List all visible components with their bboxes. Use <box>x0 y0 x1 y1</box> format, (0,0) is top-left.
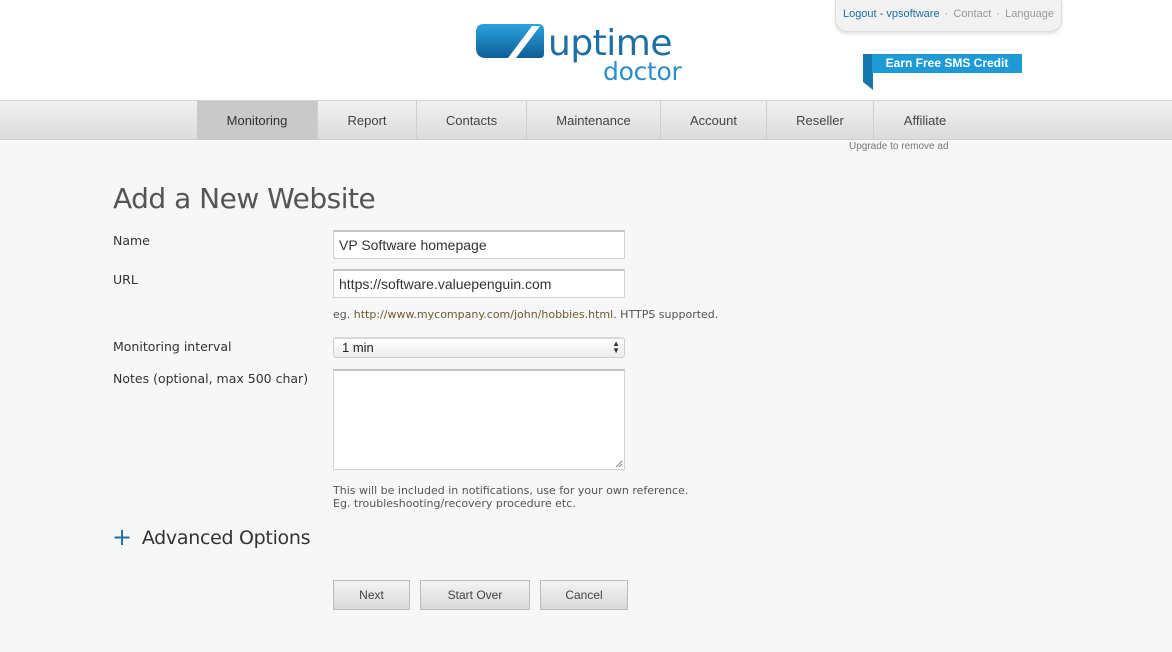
notes-hint: This will be included in notifications, … <box>333 484 688 510</box>
url-field[interactable]: https://software.valuepenguin.com <box>333 269 625 298</box>
url-hint-suffix: . HTTPS supported. <box>613 308 719 321</box>
logout-link[interactable]: Logout - vpsoftware <box>843 8 940 20</box>
separator: · <box>944 8 949 20</box>
header: uptime doctor Logout - vpsoftware · Cont… <box>0 0 1172 100</box>
upgrade-ad-link[interactable]: Upgrade to remove ad <box>849 141 949 152</box>
notes-textarea[interactable] <box>333 369 625 470</box>
plus-icon: + <box>112 523 132 551</box>
notes-label: Notes (optional, max 500 char) <box>113 371 309 386</box>
interval-selected-value: 1 min <box>342 340 374 355</box>
advanced-options-toggle[interactable]: + Advanced Options <box>112 523 311 551</box>
url-hint: eg. http://www.mycompany.com/john/hobbie… <box>333 308 718 321</box>
start-over-button[interactable]: Start Over <box>420 580 530 610</box>
nav-item-report[interactable]: Report <box>318 101 417 140</box>
nav-item-reseller[interactable]: Reseller <box>767 101 874 140</box>
language-link[interactable]: Language <box>1005 8 1054 20</box>
interval-select[interactable]: 1 min ▲ ▼ <box>333 337 625 358</box>
nav-item-affiliate[interactable]: Affiliate <box>874 101 976 140</box>
next-button[interactable]: Next <box>333 580 410 610</box>
nav-item-maintenance[interactable]: Maintenance <box>527 101 661 140</box>
cancel-button[interactable]: Cancel <box>540 580 628 610</box>
url-label: URL <box>113 272 138 287</box>
name-field[interactable]: VP Software homepage <box>333 230 625 259</box>
resize-grip-icon[interactable] <box>615 460 623 468</box>
url-hint-prefix: eg. <box>333 308 351 321</box>
nav-item-account[interactable]: Account <box>661 101 767 140</box>
interval-label: Monitoring interval <box>113 339 232 354</box>
nav-item-monitoring[interactable]: Monitoring <box>197 101 318 140</box>
account-links: Logout - vpsoftware · Contact · Language <box>835 0 1062 32</box>
main-nav: Monitoring Report Contacts Maintenance A… <box>0 100 1172 140</box>
contact-link[interactable]: Contact <box>953 8 991 20</box>
earn-sms-credit-banner[interactable]: Earn Free SMS Credit <box>872 54 1022 73</box>
page-title: Add a New Website <box>113 182 376 215</box>
name-label: Name <box>113 233 150 248</box>
select-arrows-icon: ▲ ▼ <box>612 339 620 355</box>
nav-item-contacts[interactable]: Contacts <box>417 101 527 140</box>
logo-word-doctor: doctor <box>603 57 682 86</box>
url-hint-example: http://www.mycompany.com/john/hobbies.ht… <box>353 308 614 321</box>
advanced-options-label: Advanced Options <box>141 527 311 549</box>
notes-hint-line-2: Eg. troubleshooting/recovery procedure e… <box>333 497 576 510</box>
separator: · <box>996 8 1001 20</box>
notes-hint-line-1: This will be included in notifications, … <box>333 484 689 497</box>
